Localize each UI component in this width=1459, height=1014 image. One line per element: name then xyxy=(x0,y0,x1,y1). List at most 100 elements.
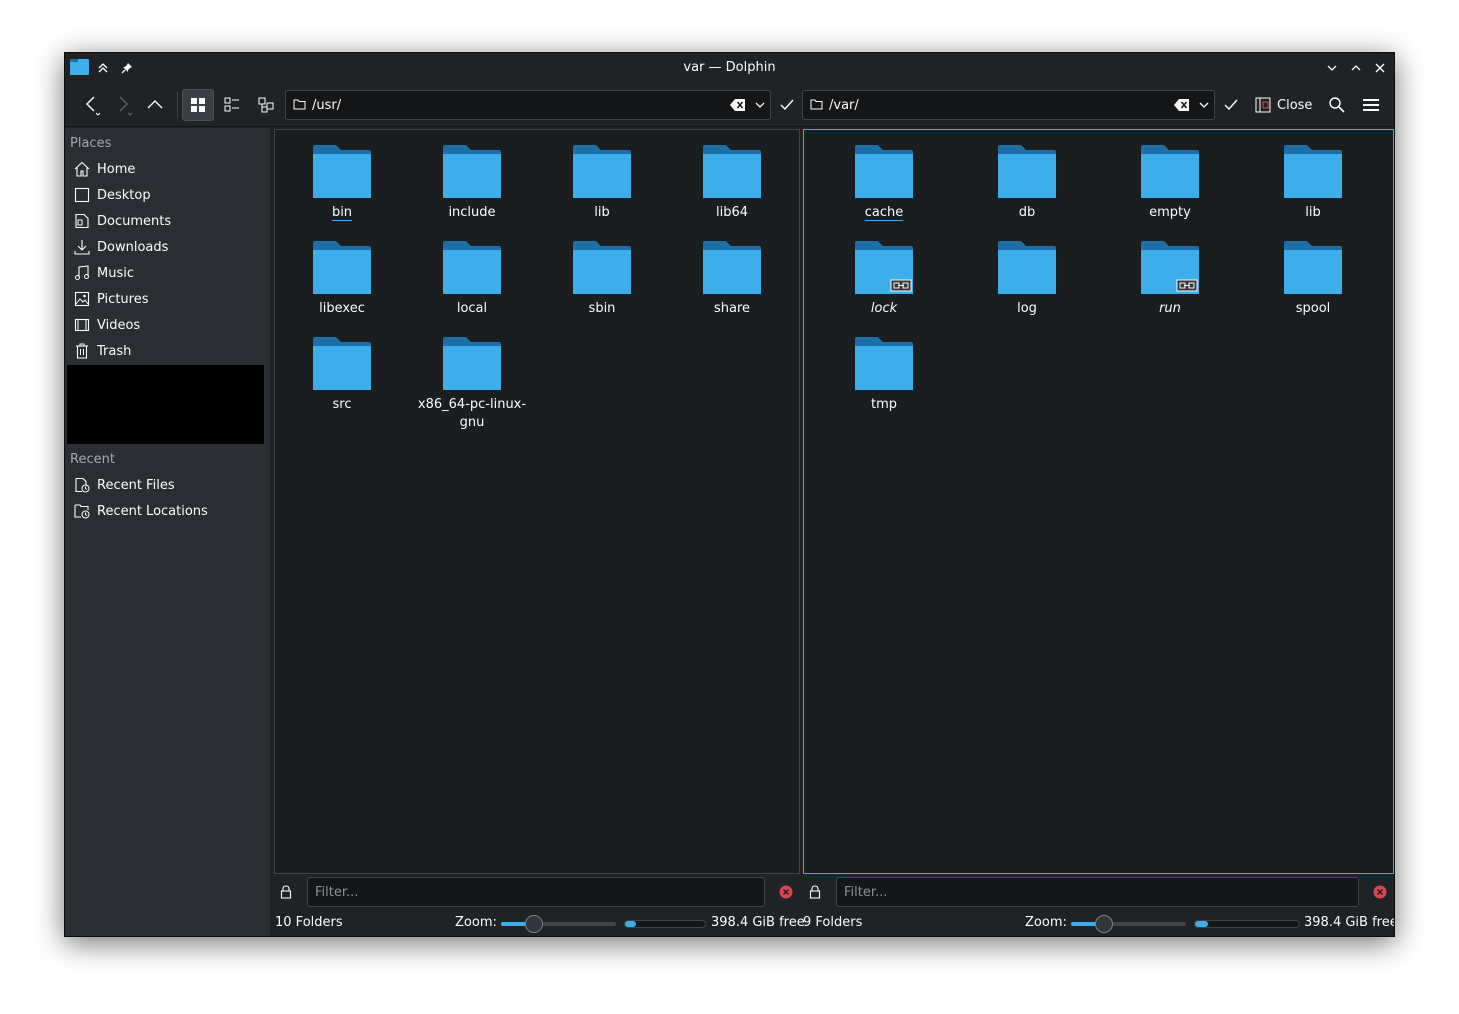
folder-item[interactable]: db xyxy=(967,145,1087,222)
compact-view-icon xyxy=(224,97,239,112)
back-icon xyxy=(86,96,101,116)
folder-item[interactable]: spool xyxy=(1253,241,1373,318)
folder-item[interactable]: run xyxy=(1110,241,1230,318)
sidebar-item-label: Downloads xyxy=(97,239,169,255)
pictures-icon xyxy=(74,291,90,307)
close-window-icon[interactable] xyxy=(1370,58,1390,78)
folder-icon xyxy=(855,145,913,198)
close-split-icon xyxy=(1255,97,1271,113)
back-button[interactable] xyxy=(75,89,107,121)
chevron-down-icon[interactable] xyxy=(1198,99,1210,111)
minimize-icon[interactable] xyxy=(1322,58,1342,78)
folder-item[interactable]: local xyxy=(412,241,532,318)
folder-item[interactable]: tmp xyxy=(824,337,944,414)
clear-location-icon[interactable] xyxy=(1174,98,1190,112)
sidebar-item-label: Recent Locations xyxy=(97,503,208,519)
folder-item[interactable]: lib xyxy=(542,145,662,222)
folder-icon xyxy=(573,241,631,294)
folder-count: 10 Folders xyxy=(275,915,343,930)
folder-icon xyxy=(443,241,501,294)
folder-item[interactable]: lib64 xyxy=(672,145,792,222)
folder-item[interactable]: src xyxy=(282,337,402,414)
sidebar-item-label: Pictures xyxy=(97,291,149,307)
folder-name: lock xyxy=(870,301,898,316)
folder-item[interactable]: empty xyxy=(1110,145,1230,222)
sidebar-item-trash[interactable]: Trash xyxy=(73,339,263,363)
zoom-slider[interactable] xyxy=(1071,915,1186,933)
folder-name: cache xyxy=(864,205,904,220)
zoom-slider[interactable] xyxy=(501,915,616,933)
folder-item[interactable]: include xyxy=(412,145,532,222)
folder-item[interactable]: bin xyxy=(282,145,402,222)
zoom-slider-handle[interactable] xyxy=(1095,915,1113,933)
icons-view-button[interactable] xyxy=(182,89,214,121)
sidebar-item-home[interactable]: Home xyxy=(73,157,263,181)
forward-button[interactable] xyxy=(107,89,139,121)
folder-symlink-icon xyxy=(1141,241,1199,294)
chevron-down-icon[interactable] xyxy=(754,99,766,111)
zoom-slider-handle[interactable] xyxy=(525,915,543,933)
disk-capacity-bar xyxy=(624,920,706,928)
up-button[interactable] xyxy=(139,89,171,121)
search-button[interactable] xyxy=(1321,89,1353,121)
close-split-button[interactable]: Close xyxy=(1251,89,1316,121)
folder-name: x86_64-pc-linux-gnu xyxy=(412,396,532,432)
folder-icon xyxy=(313,145,371,198)
sidebar-item-music[interactable]: Music xyxy=(73,261,263,285)
folder-item[interactable]: cache xyxy=(824,145,944,222)
details-view-button[interactable] xyxy=(250,89,282,121)
places-panel: Places Home Desktop Documents Downloads … xyxy=(65,128,270,936)
folder-icon xyxy=(703,145,761,198)
folder-item[interactable]: share xyxy=(672,241,792,318)
folder-item[interactable]: lock xyxy=(824,241,944,318)
sidebar-item-pictures[interactable]: Pictures xyxy=(73,287,263,311)
hamburger-menu-button[interactable] xyxy=(1355,89,1387,121)
folder-name: share xyxy=(713,301,751,316)
sidebar-item-downloads[interactable]: Downloads xyxy=(73,235,263,259)
lock-icon[interactable] xyxy=(809,885,821,899)
close-split-label: Close xyxy=(1277,97,1313,113)
sidebar-item-label: Recent Files xyxy=(97,477,175,493)
folder-symlink-icon xyxy=(855,241,913,294)
location-path[interactable]: /var/ xyxy=(829,98,859,113)
folder-item[interactable]: libexec xyxy=(282,241,402,318)
left-view-pane[interactable]: bin include lib lib64 libexec local sbin xyxy=(274,129,800,874)
right-location-bar[interactable]: /var/ xyxy=(802,90,1215,120)
folder-item[interactable]: x86_64-pc-linux-gnu xyxy=(412,337,532,432)
folder-icon xyxy=(293,99,306,110)
filter-input[interactable] xyxy=(836,877,1359,907)
documents-icon xyxy=(75,213,89,229)
sidebar-item-label: Home xyxy=(97,161,136,177)
filter-input[interactable] xyxy=(307,877,765,907)
folder-item[interactable]: lib xyxy=(1253,145,1373,222)
redacted-area xyxy=(67,365,264,444)
lock-icon[interactable] xyxy=(280,885,292,899)
folder-name: lib xyxy=(594,205,610,220)
left-confirm-location-button[interactable] xyxy=(771,89,803,121)
compact-view-button[interactable] xyxy=(216,89,248,121)
toolbar-separator xyxy=(177,91,178,119)
folder-name: libexec xyxy=(319,301,365,316)
sidebar-item-recent-locations[interactable]: Recent Locations xyxy=(73,499,263,523)
sidebar-item-documents[interactable]: Documents xyxy=(73,209,263,233)
maximize-icon[interactable] xyxy=(1346,58,1366,78)
folder-icon xyxy=(1284,145,1342,198)
right-view-pane[interactable]: cache db empty lib lock log run spool tm… xyxy=(803,129,1394,874)
sidebar-item-videos[interactable]: Videos xyxy=(73,313,263,337)
left-filter-bar xyxy=(274,877,800,907)
left-location-bar[interactable]: /usr/ xyxy=(285,90,771,120)
clear-location-icon[interactable] xyxy=(730,98,746,112)
sidebar-item-recent-files[interactable]: Recent Files xyxy=(73,473,263,497)
right-confirm-location-button[interactable] xyxy=(1215,89,1247,121)
clear-filter-icon[interactable] xyxy=(779,885,793,899)
folder-item[interactable]: log xyxy=(967,241,1087,318)
sidebar-item-label: Documents xyxy=(97,213,172,229)
recent-heading: Recent xyxy=(70,452,115,467)
title-bar: var — Dolphin xyxy=(65,53,1394,83)
sidebar-item-desktop[interactable]: Desktop xyxy=(73,183,263,207)
location-path[interactable]: /usr/ xyxy=(312,98,341,113)
icons-view-icon xyxy=(191,98,205,112)
clear-filter-icon[interactable] xyxy=(1373,885,1387,899)
free-space: 398.4 GiB free xyxy=(1304,915,1395,930)
folder-item[interactable]: sbin xyxy=(542,241,662,318)
